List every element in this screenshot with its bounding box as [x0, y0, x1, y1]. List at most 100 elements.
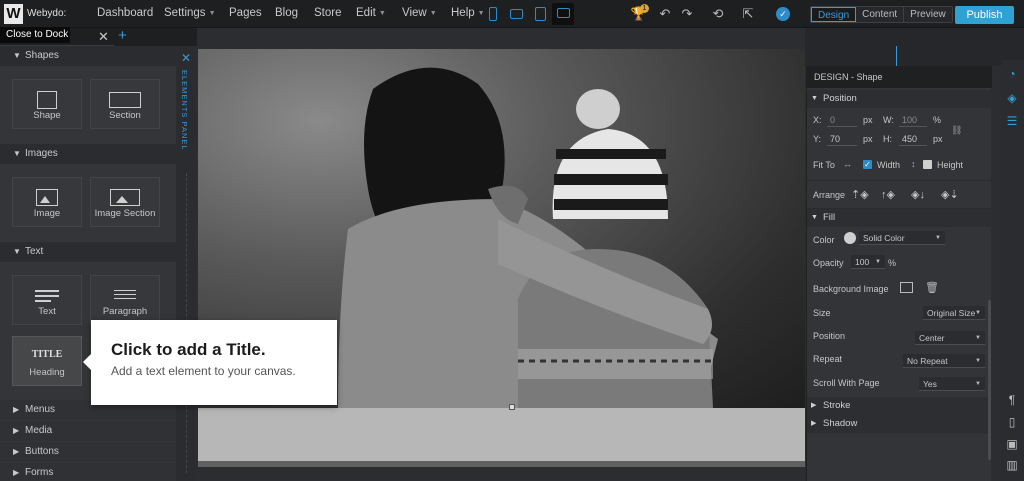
section-fill[interactable]: ▼ Fill [807, 209, 992, 227]
resize-handle[interactable] [509, 404, 515, 410]
nav-blog[interactable]: Blog [275, 7, 298, 19]
image-picker-icon[interactable] [900, 282, 913, 293]
bring-forward-icon[interactable]: ↑◈ [881, 188, 895, 201]
chevron-down-icon: ▼ [975, 310, 981, 316]
nav-pages[interactable]: Pages [229, 7, 262, 19]
design-tools-icon[interactable]: ◔ [1005, 67, 1019, 81]
bring-to-front-icon[interactable]: ⇡◈ [851, 188, 869, 201]
chevron-down-icon: ▼ [875, 259, 881, 265]
nav-help[interactable]: Help ▼ [451, 7, 485, 19]
triangle-right-icon: ▶ [13, 426, 20, 435]
page-icon[interactable]: ▯ [1005, 415, 1019, 429]
tile-section[interactable]: Section [90, 79, 160, 129]
category-buttons[interactable]: ▶ Buttons [0, 442, 176, 462]
design-panel-header-area [805, 28, 1024, 66]
y-label: Y: [813, 134, 822, 144]
history-icon[interactable]: ⟲ [709, 5, 727, 23]
width-label: Width [877, 160, 901, 170]
tile-paragraph[interactable]: Paragraph [90, 275, 160, 325]
category-forms[interactable]: ▶ Forms [0, 463, 176, 481]
send-backward-icon[interactable]: ◈↓ [911, 188, 925, 201]
section-shadow[interactable]: ▶ Shadow [807, 415, 992, 433]
design-panel: DESIGN - Shape ▼ Position X: 0 px W: 100 … [806, 66, 992, 481]
triangle-right-icon: ▶ [811, 402, 817, 409]
nav-dashboard[interactable]: Dashboard [97, 7, 153, 19]
h-input[interactable]: 450 [899, 132, 927, 146]
tooltip-subtitle: Add a text element to your canvas. [111, 364, 296, 378]
canvas-footer-strip [198, 461, 805, 467]
mode-preview-button[interactable]: Preview [904, 7, 952, 22]
chevron-down-icon: ▼ [975, 358, 981, 364]
image-icon [36, 189, 58, 206]
category-images[interactable]: ▼ Images [0, 144, 176, 164]
size-select[interactable]: Original Size ▼ [923, 306, 985, 320]
elements-panel-label[interactable]: ELEMENTS PANEL [180, 70, 189, 151]
design-panel-title: DESIGN - Shape [807, 66, 992, 88]
paragraph-icon [114, 290, 136, 299]
opacity-select[interactable]: 100 ▼ [851, 255, 885, 269]
gallery-icon[interactable]: ▣ [1005, 437, 1019, 451]
tile-heading[interactable]: TITLE Heading [12, 336, 82, 386]
tile-shape[interactable]: Shape [12, 79, 82, 129]
canvas-gray-band[interactable] [198, 408, 805, 461]
category-media[interactable]: ▶ Media [0, 421, 176, 441]
trash-icon[interactable]: 🗑 [925, 281, 939, 294]
publish-button[interactable]: Publish [955, 6, 1014, 24]
plus-icon[interactable]: + [118, 27, 127, 44]
guide-line [896, 46, 897, 66]
nav-settings[interactable]: Settings ▼ [164, 7, 216, 19]
color-type-select[interactable]: Solid Color ▼ [859, 231, 945, 245]
image-position-select[interactable]: Center ▼ [915, 331, 985, 345]
lock-ratio-icon[interactable]: ⛓ [951, 125, 962, 136]
height-checkbox[interactable] [923, 160, 932, 169]
close-icon[interactable]: ✕ [98, 29, 109, 45]
mobile-landscape-icon[interactable] [510, 9, 523, 19]
category-text[interactable]: ▼ Text [0, 242, 176, 262]
webydo-logo[interactable]: W [4, 4, 23, 24]
size-label: Size [813, 308, 831, 318]
chevron-down-icon: ▼ [378, 10, 386, 17]
redo-icon[interactable]: ↷ [678, 5, 696, 23]
tile-image[interactable]: Image [12, 177, 82, 227]
layers-icon[interactable]: ◈ [1005, 91, 1019, 105]
section-position[interactable]: ▼ Position [807, 90, 992, 108]
close-panel-icon[interactable]: ✕ [181, 51, 191, 65]
mode-design-button[interactable]: Design [811, 7, 857, 22]
triangle-right-icon: ▶ [13, 447, 20, 456]
w-input[interactable]: 100 [899, 113, 927, 127]
design-panel-scrollbar[interactable] [988, 300, 991, 460]
y-unit: px [863, 134, 873, 144]
undo-icon[interactable]: ↶ [656, 5, 674, 23]
scroll-with-page-select[interactable]: Yes ▼ [919, 377, 985, 391]
section-icon [109, 92, 141, 108]
triangle-down-icon: ▼ [13, 149, 21, 158]
repeat-select[interactable]: No Repeat ▼ [903, 354, 985, 368]
heading-glyph: TITLE [31, 349, 63, 360]
columns-icon[interactable]: ▥ [1005, 458, 1019, 472]
mobile-portrait-icon[interactable] [489, 7, 497, 21]
y-input[interactable]: 70 [827, 132, 857, 146]
chevron-down-icon: ▼ [975, 335, 981, 341]
send-to-back-icon[interactable]: ◈⇣ [941, 188, 959, 201]
w-label: W: [883, 115, 894, 125]
webydo-editor: W Webydo: Dashboard Settings ▼ Pages Blog… [0, 0, 1024, 481]
section-stroke[interactable]: ▶ Stroke [807, 397, 992, 415]
nav-view[interactable]: View ▼ [402, 7, 437, 19]
sliders-icon[interactable]: ☰ [1005, 114, 1019, 128]
mode-content-button[interactable]: Content [856, 7, 905, 22]
tablet-icon[interactable] [535, 7, 546, 21]
close-to-dock-tooltip: Close to Dock [0, 27, 70, 43]
tile-image-section[interactable]: Image Section [90, 177, 160, 227]
category-shapes[interactable]: ▼ Shapes [0, 46, 176, 66]
check-badge-icon[interactable]: ✓ [774, 5, 792, 23]
paragraph-mark-icon[interactable]: ¶ [1005, 393, 1019, 407]
external-link-icon[interactable]: ⇱ [739, 5, 757, 23]
elements-panel: ▼ Shapes Shape Section ▼ Images Image Imag… [0, 46, 176, 481]
h-unit: px [933, 134, 943, 144]
tile-text[interactable]: Text [12, 275, 82, 325]
width-checkbox[interactable]: ✓ [863, 160, 872, 169]
color-swatch[interactable] [844, 232, 856, 244]
nav-edit[interactable]: Edit ▼ [356, 7, 386, 19]
x-input[interactable]: 0 [827, 113, 857, 127]
nav-store[interactable]: Store [314, 7, 342, 19]
